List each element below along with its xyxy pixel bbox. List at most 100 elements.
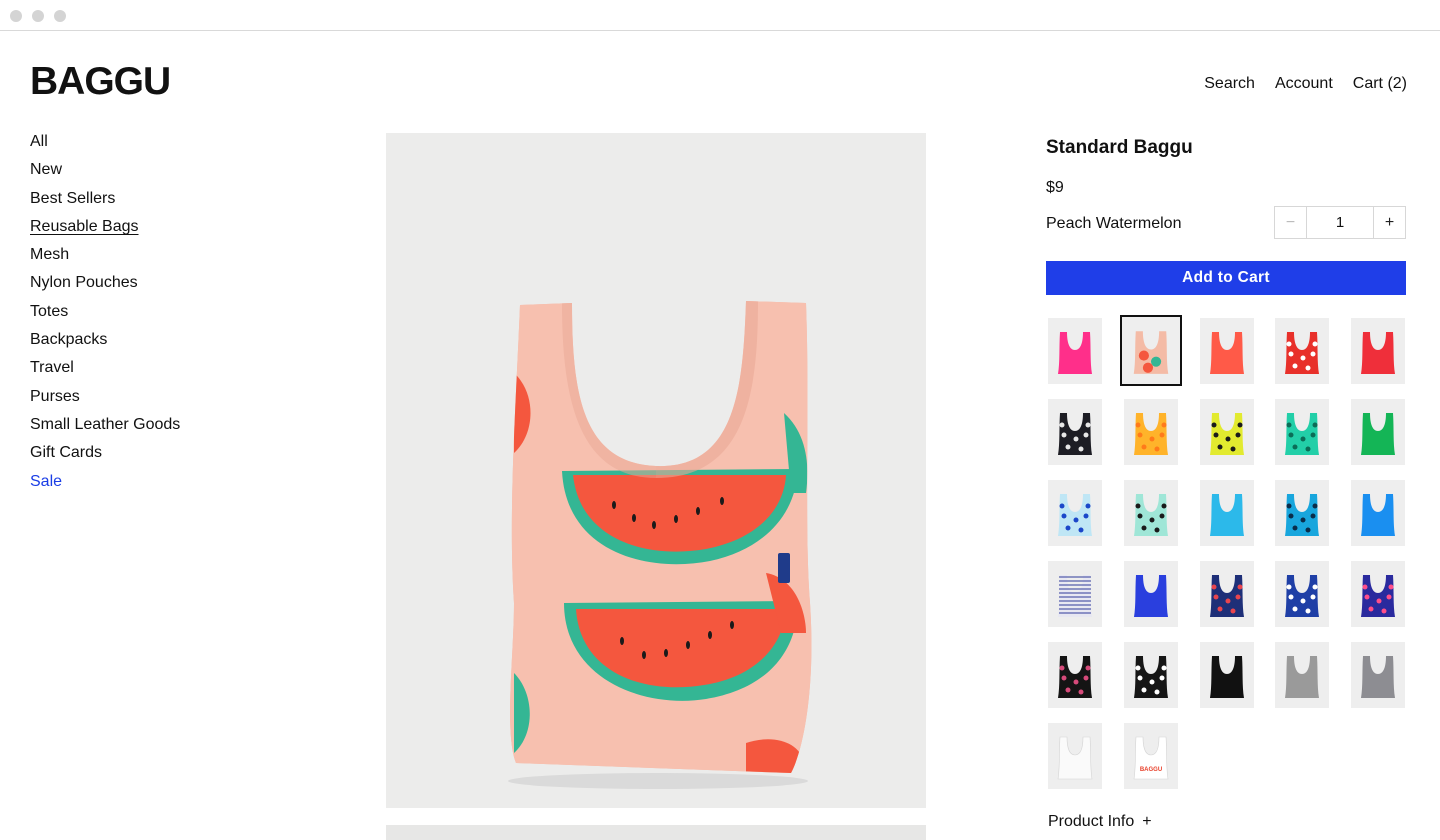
color-swatch[interactable] <box>1351 318 1406 384</box>
bag-swatch-icon: BAGGU <box>1133 736 1169 780</box>
color-swatch[interactable] <box>1275 399 1330 465</box>
color-swatch[interactable] <box>1048 642 1102 708</box>
sidebar-item: Small Leather Goods <box>30 411 330 439</box>
sidebar-item: New <box>30 156 330 184</box>
bag-swatch-icon <box>1361 575 1396 617</box>
bag-swatch-icon <box>1133 656 1168 698</box>
product-price: $9 <box>1046 179 1064 196</box>
sidebar-link-backpacks[interactable]: Backpacks <box>30 331 107 348</box>
bag-swatch-icon <box>1133 575 1168 617</box>
color-swatch[interactable] <box>1199 318 1254 384</box>
window-minimize-dot[interactable] <box>32 10 44 22</box>
sidebar-item: Reusable Bags <box>30 213 330 241</box>
bag-swatch-icon <box>1285 575 1320 617</box>
color-swatch[interactable] <box>1351 480 1406 546</box>
plus-icon: + <box>1142 813 1152 830</box>
sidebar-item: Nylon Pouches <box>30 269 330 297</box>
sidebar-link-best-sellers[interactable]: Best Sellers <box>30 190 115 207</box>
bag-swatch-icon <box>1209 494 1244 536</box>
color-swatch[interactable] <box>1275 642 1330 708</box>
product-info-label: Product Info <box>1048 813 1135 830</box>
sidebar-link-small-leather-goods[interactable]: Small Leather Goods <box>30 416 180 433</box>
color-swatch[interactable]: BAGGU <box>1123 723 1178 789</box>
bag-label-tag <box>778 553 790 583</box>
bag-swatch-icon <box>1361 332 1396 374</box>
bag-swatch-icon <box>1361 494 1396 536</box>
sidebar-link-purses[interactable]: Purses <box>30 388 80 405</box>
sidebar-item: Totes <box>30 298 330 326</box>
window-close-dot[interactable] <box>10 10 22 22</box>
product-main-image <box>386 133 926 808</box>
product-info-toggle[interactable]: Product Info + <box>1048 813 1152 831</box>
watermelon-bag-illustration <box>386 133 926 808</box>
quantity-input[interactable] <box>1307 207 1373 238</box>
sidebar-link-totes[interactable]: Totes <box>30 303 68 320</box>
cart-link[interactable]: Cart (2) <box>1353 75 1407 93</box>
quantity-decrease-button[interactable]: − <box>1275 207 1307 238</box>
bag-swatch-icon <box>1133 331 1169 374</box>
window-zoom-dot[interactable] <box>54 10 66 22</box>
color-swatch[interactable] <box>1199 642 1254 708</box>
color-swatch[interactable] <box>1048 318 1102 384</box>
color-swatch[interactable] <box>1123 561 1178 627</box>
color-swatch[interactable] <box>1123 480 1178 546</box>
sidebar-item: Sale <box>30 468 330 496</box>
color-swatch[interactable] <box>1119 315 1182 386</box>
category-sidebar: All New Best Sellers Reusable Bags Mesh Nylon… <box>30 128 330 496</box>
add-to-cart-button[interactable]: Add to Cart <box>1046 261 1406 295</box>
sidebar-link-reusable-bags[interactable]: Reusable Bags <box>30 218 139 235</box>
color-swatch[interactable] <box>1123 399 1178 465</box>
color-swatch[interactable] <box>1048 723 1102 789</box>
account-link[interactable]: Account <box>1275 75 1333 93</box>
brand-logo[interactable]: BAGGU <box>30 62 171 102</box>
product-secondary-image <box>386 825 926 840</box>
swatch-logo-text: BAGGU <box>1140 767 1162 773</box>
bag-swatch-icon <box>1361 413 1396 455</box>
sidebar-link-sale[interactable]: Sale <box>30 473 62 490</box>
product-title: Standard Baggu <box>1046 137 1193 158</box>
bag-swatch-icon <box>1285 656 1320 698</box>
bag-swatch-icon <box>1209 332 1244 374</box>
color-swatch[interactable] <box>1275 318 1330 384</box>
bag-swatch-icon <box>1209 575 1244 617</box>
bag-swatch-icon <box>1133 413 1168 455</box>
sidebar-link-new[interactable]: New <box>30 161 62 178</box>
color-swatch[interactable] <box>1199 561 1254 627</box>
sidebar-link-gift-cards[interactable]: Gift Cards <box>30 444 102 461</box>
color-swatch[interactable] <box>1048 480 1102 546</box>
sidebar-link-all[interactable]: All <box>30 133 48 150</box>
selected-color-name: Peach Watermelon <box>1046 215 1182 232</box>
color-swatch[interactable] <box>1199 399 1254 465</box>
category-list: All New Best Sellers Reusable Bags Mesh Nylon… <box>30 128 330 496</box>
color-swatch[interactable] <box>1351 399 1406 465</box>
bag-swatch-icon <box>1058 332 1092 374</box>
sidebar-link-mesh[interactable]: Mesh <box>30 246 69 263</box>
bag-swatch-icon <box>1285 413 1320 455</box>
bag-swatch-icon <box>1058 575 1092 617</box>
top-nav: Search Account Cart (2) <box>1204 75 1407 93</box>
sidebar-item: Gift Cards <box>30 439 330 467</box>
window-titlebar <box>0 0 1440 31</box>
color-swatch[interactable] <box>1048 399 1102 465</box>
sidebar-link-travel[interactable]: Travel <box>30 359 74 376</box>
quantity-stepper: − + <box>1274 206 1406 239</box>
search-link[interactable]: Search <box>1204 75 1255 93</box>
quantity-increase-button[interactable]: + <box>1373 207 1405 238</box>
color-swatch[interactable] <box>1275 480 1330 546</box>
color-swatch[interactable] <box>1123 642 1178 708</box>
color-swatch[interactable] <box>1275 561 1330 627</box>
bag-swatch-icon <box>1058 656 1092 698</box>
bag-swatch-icon <box>1058 494 1092 536</box>
bag-swatch-icon <box>1285 494 1320 536</box>
sidebar-link-nylon-pouches[interactable]: Nylon Pouches <box>30 274 138 291</box>
color-swatch[interactable] <box>1351 642 1406 708</box>
bag-swatch-icon <box>1285 332 1320 374</box>
color-swatch[interactable] <box>1351 561 1406 627</box>
bag-swatch-icon <box>1209 413 1244 455</box>
bag-swatch-icon <box>1361 656 1396 698</box>
sidebar-item: Travel <box>30 354 330 382</box>
color-swatch[interactable] <box>1199 480 1254 546</box>
sidebar-item: All <box>30 128 330 156</box>
bag-swatch-icon <box>1209 656 1244 698</box>
color-swatch[interactable] <box>1048 561 1102 627</box>
